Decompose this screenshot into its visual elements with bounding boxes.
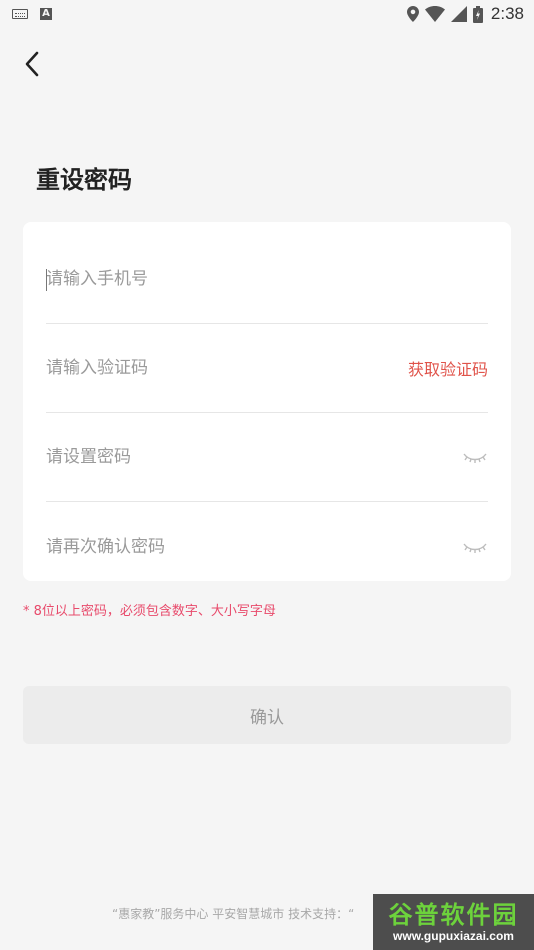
password-input[interactable] [46, 437, 462, 477]
get-code-button[interactable]: 获取验证码 [408, 356, 488, 380]
phone-input[interactable] [46, 259, 488, 299]
eye-closed-icon [463, 453, 487, 463]
status-right: 2:38 [401, 4, 524, 24]
page-title: 重设密码 [36, 166, 132, 194]
watermark-url: www.gupuxiazai.com [393, 929, 514, 943]
text-cursor [46, 269, 47, 291]
reset-password-form: 获取验证码 [23, 222, 511, 581]
battery-icon [472, 5, 483, 23]
wifi-icon [424, 6, 445, 22]
confirm-password-input[interactable] [46, 526, 462, 567]
keyboard-icon [12, 9, 28, 19]
back-button[interactable] [14, 46, 50, 82]
status-left: A [12, 8, 64, 20]
confirm-password-row [46, 502, 488, 591]
code-row: 获取验证码 [46, 324, 488, 413]
password-hint: * 8位以上密码，必须包含数字、大小写字母 [23, 604, 276, 619]
signal-icon [450, 6, 467, 22]
password-visibility-toggle[interactable] [462, 449, 488, 465]
password-row [46, 413, 488, 502]
chevron-left-icon [25, 51, 39, 77]
location-icon [406, 6, 419, 22]
font-a-icon: A [40, 8, 52, 20]
clock: 2:38 [490, 4, 524, 23]
status-bar: A 2:38 [0, 0, 534, 28]
verification-code-input[interactable] [46, 348, 408, 388]
confirm-button[interactable]: 确认 [23, 686, 511, 744]
confirm-password-visibility-toggle[interactable] [462, 539, 488, 555]
watermark-title: 谷普软件园 [388, 901, 519, 929]
watermark: 谷普软件园 www.gupuxiazai.com [373, 894, 534, 950]
eye-closed-icon [463, 543, 487, 553]
phone-row [46, 235, 488, 324]
footer-text: “惠家教”服务中心 平安智慧城市 技术支持：“ [112, 907, 355, 921]
